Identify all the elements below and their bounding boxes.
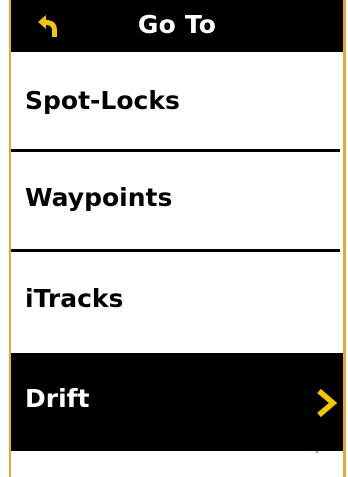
menu-item-spot-locks[interactable]: Spot-Locks bbox=[11, 55, 343, 153]
divider bbox=[11, 249, 340, 252]
header-bar: Go To bbox=[11, 0, 343, 52]
menu-item-label: Spot-Locks bbox=[25, 86, 180, 115]
menu-item-label: Waypoints bbox=[25, 183, 173, 212]
frame-edge-right bbox=[343, 0, 346, 477]
menu-item-label: Drift bbox=[25, 384, 90, 413]
menu-item-label: iTracks bbox=[25, 284, 124, 313]
menu-item-itracks[interactable]: iTracks bbox=[11, 253, 343, 351]
go-to-screen: Go To Spot-Locks Waypoints iTracks Drift bbox=[0, 0, 348, 477]
menu-item-drift[interactable]: Drift bbox=[11, 353, 343, 451]
chevron-right-icon bbox=[317, 388, 337, 418]
menu-item-waypoints[interactable]: Waypoints bbox=[11, 152, 343, 250]
page-title: Go To bbox=[137, 10, 217, 39]
